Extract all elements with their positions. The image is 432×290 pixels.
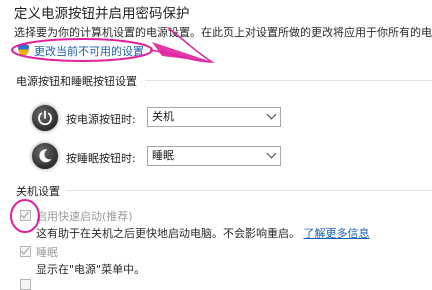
page-title: 定义电源按钮并启用密码保护	[14, 6, 190, 22]
change-unavailable-settings-link[interactable]: 更改当前不可用的设置	[34, 43, 144, 59]
fast-startup-description: 这有助于在关机之后更快地启动电脑。不会影响重启。 了解更多信息	[36, 225, 370, 241]
power-button-label: 按电源按钮时:	[66, 113, 136, 126]
power-button-action-value: 关机	[152, 110, 174, 123]
shutdown-settings-section-title: 关机设置	[16, 185, 60, 198]
power-buttons-section-title: 电源按钮和睡眠按钮设置	[16, 75, 137, 88]
sleep-button-icon	[31, 142, 59, 170]
sleep-checkbox[interactable]	[20, 245, 31, 257]
page-description: 选择要为你的计算机设置的电源设置。在此页上对设置所做的更改将应用于你所有的电源	[14, 26, 432, 39]
power-button-icon	[31, 104, 59, 132]
fast-startup-checkbox[interactable]	[20, 209, 31, 221]
checkmark-icon	[20, 209, 30, 219]
sleep-button-label: 按睡眠按钮时:	[66, 152, 136, 165]
fast-startup-description-text: 这有助于在关机之后更快地启动电脑。不会影响重启。	[36, 227, 300, 240]
chevron-down-icon	[266, 109, 277, 120]
partial-checkbox[interactable]	[20, 279, 31, 290]
annotation-arrow-head	[152, 42, 212, 62]
section-divider	[145, 80, 432, 81]
section-divider	[66, 190, 432, 191]
sleep-label: 睡眠	[36, 246, 58, 259]
learn-more-link[interactable]: 了解更多信息	[304, 227, 370, 240]
chevron-down-icon	[266, 148, 277, 159]
sleep-button-action-value: 睡眠	[152, 149, 174, 162]
checkmark-icon	[20, 245, 30, 255]
fast-startup-label: 启用快速启动(推荐)	[36, 210, 133, 223]
power-button-action-select[interactable]: 关机	[147, 107, 281, 127]
uac-shield-icon	[18, 43, 29, 57]
sleep-description: 显示在"电源"菜单中。	[36, 263, 146, 276]
sleep-button-action-select[interactable]: 睡眠	[147, 146, 281, 166]
